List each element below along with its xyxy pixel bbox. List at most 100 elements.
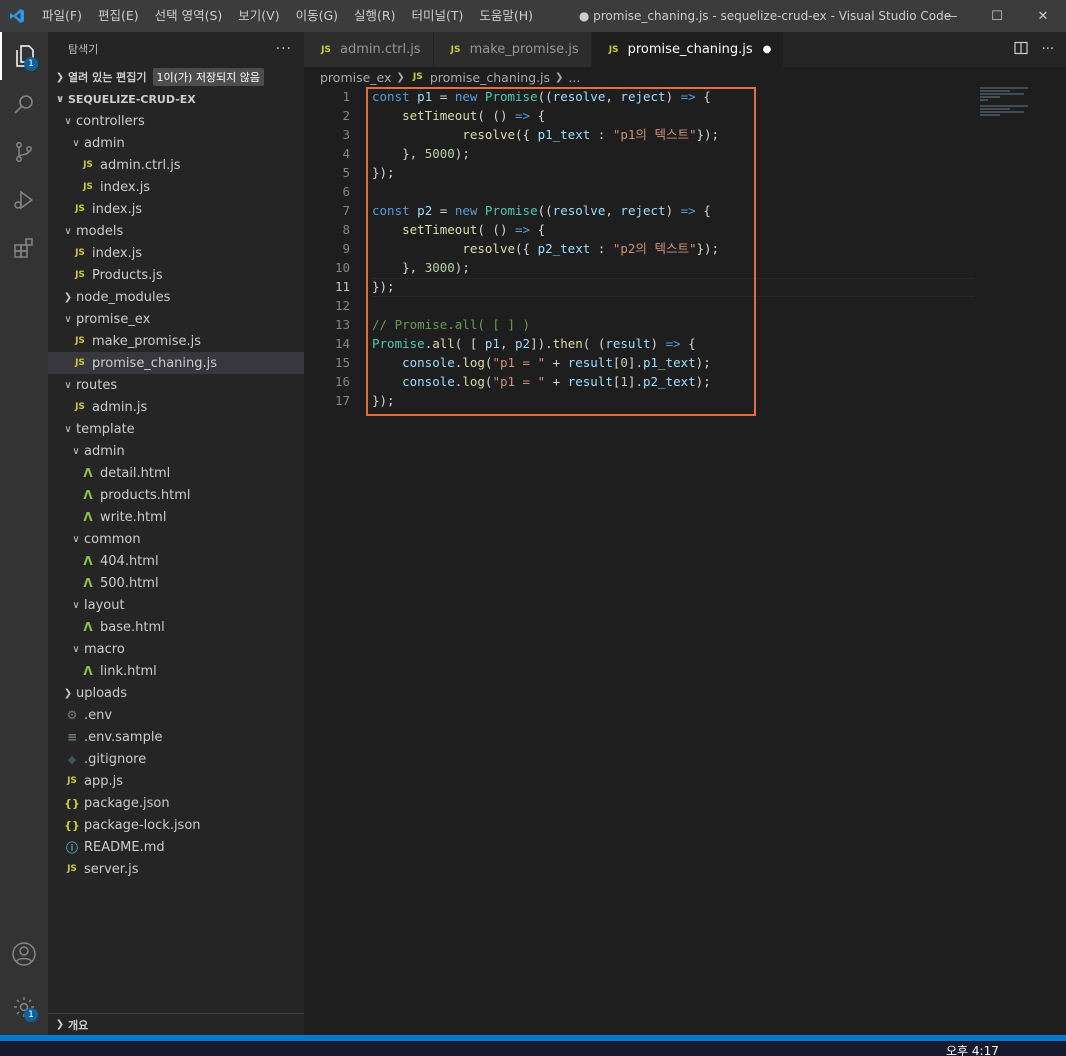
line-number: 13 [334,317,350,332]
tree-item-label: admin [84,443,125,459]
tree-file[interactable]: JS app.js [48,770,304,792]
tree-item-label: admin.ctrl.js [100,157,181,173]
extensions-icon[interactable] [0,224,48,272]
js-file-icon: JS [75,270,85,280]
js-file-icon: JS [83,182,93,192]
tree-item-label: promise_ex [76,311,151,327]
split-editor-icon[interactable] [1013,41,1028,59]
breadcrumb-folder[interactable]: promise_ex [320,70,391,85]
close-button[interactable]: ✕ [1020,0,1066,32]
more-actions-icon[interactable]: ··· [1042,42,1054,57]
menu-item[interactable]: 이동(G) [288,0,346,32]
tree-file[interactable]: JS index.js [48,242,304,264]
search-icon[interactable] [0,80,48,128]
js-file-icon: JS [83,160,93,170]
tree-folder[interactable]: ∨ common [48,528,304,550]
account-icon[interactable] [0,930,48,978]
more-actions-icon[interactable]: ··· [276,41,292,57]
tree-folder[interactable]: ∨ layout [48,594,304,616]
taskbar-clock: 오후 4:17 [946,1044,999,1056]
tree-folder[interactable]: ∨ template [48,418,304,440]
tree-file[interactable]: Λdetail.html [48,462,304,484]
unsaved-dot-icon[interactable]: ● [763,44,772,55]
chevron-down-icon: ∨ [64,423,72,435]
tree-file[interactable]: JS admin.ctrl.js [48,154,304,176]
tree-item-label: 500.html [100,575,159,591]
tree-folder[interactable]: ∨ macro [48,638,304,660]
menu-item[interactable]: 파일(F) [34,0,90,32]
tree-folder[interactable]: ∨ promise_ex [48,308,304,330]
tree-file[interactable]: JS index.js [48,198,304,220]
editor-tab[interactable]: JS promise_chaning.js ● [591,32,785,67]
run-debug-icon[interactable] [0,176,48,224]
tree-item-label: .env.sample [84,729,163,745]
outline-section[interactable]: ❯ 개요 [48,1013,304,1035]
tree-file[interactable]: Λ 500.html [48,572,304,594]
tree-item-label: admin [84,135,125,151]
tree-file[interactable]: ≡ .env.sample [48,726,304,748]
tree-item-label: products.html [100,487,191,503]
maximize-button[interactable]: ☐ [974,0,1020,32]
chevron-down-icon: ∨ [55,93,65,105]
menu-item[interactable]: 보기(V) [230,0,287,32]
annotation-highlight-box [366,87,756,416]
html-file-icon: Λ [83,488,93,502]
minimap[interactable] [980,87,1060,127]
menu-item[interactable]: 터미널(T) [404,0,472,32]
tree-file[interactable]: JS promise_chaning.js [48,352,304,374]
tree-item-label: 404.html [100,553,159,569]
editor-tab[interactable]: JS make_promise.js [433,32,592,67]
tree-file[interactable]: Λlink.html [48,660,304,682]
explorer-header: 탐색기 ··· [48,32,304,66]
tree-item-label: index.js [92,245,143,261]
tree-file[interactable]: {} package.json [48,792,304,814]
tree-folder[interactable]: ∨ admin [48,440,304,462]
breadcrumb-symbol[interactable]: ... [568,70,580,85]
explorer-icon[interactable]: 1 [0,32,48,80]
tree-file[interactable]: JS admin.js [48,396,304,418]
tree-file[interactable]: Λbase.html [48,616,304,638]
menu-item[interactable]: 실행(R) [346,0,403,32]
tree-folder[interactable]: ∨ admin [48,132,304,154]
minimize-button[interactable]: — [928,0,974,32]
chevron-right-icon: ❯ [555,71,564,83]
chevron-right-icon: ❯ [55,1019,65,1030]
menu-item[interactable]: 편집(E) [90,0,147,32]
tree-folder[interactable]: ∨ controllers [48,110,304,132]
js-file-icon: JS [321,44,331,55]
source-control-icon[interactable] [0,128,48,176]
tree-file[interactable]: Λwrite.html [48,506,304,528]
tree-file[interactable]: JS index.js [48,176,304,198]
tree-folder[interactable]: ❯ uploads [48,682,304,704]
menu-item[interactable]: 선택 영역(S) [147,0,231,32]
breadcrumb-file[interactable]: promise_chaning.js [430,70,550,85]
explorer-sidebar: 탐색기 ··· ❯ 열려 있는 편집기 1이(가) 저장되지 않음 ∨ SEQU… [48,32,304,1035]
project-section[interactable]: ∨ SEQUELIZE-CRUD-EX [48,88,304,110]
tree-file[interactable]: JS Products.js [48,264,304,286]
tree-file[interactable]: Λ 404.html [48,550,304,572]
tree-folder[interactable]: ∨ routes [48,374,304,396]
js-file-icon: JS [67,776,77,786]
tree-folder[interactable]: ❯ node_modules [48,286,304,308]
tree-file[interactable]: ◆ .gitignore [48,748,304,770]
line-number: 9 [342,241,350,256]
tree-item-label: app.js [84,773,123,789]
activity-bar: 1 1 [0,32,48,1035]
chevron-down-icon: ∨ [72,599,80,611]
editor-tab[interactable]: JS admin.ctrl.js [304,32,434,67]
menu-item[interactable]: 도움말(H) [471,0,541,32]
settings-gear-icon[interactable]: 1 [0,983,48,1031]
line-number: 16 [334,374,350,389]
code-editor[interactable]: 1 2 3 4 5 6 7 8 9 10 11 12 13 14 15 16 17 const p1 = new… [304,87,1066,1035]
window-title: ● promise_chaning.js - sequelize-crud-ex… [578,9,952,23]
tree-file[interactable]: ⓘ README.md [48,836,304,858]
html-file-icon: Λ [83,466,93,480]
tree-file[interactable]: JS make_promise.js [48,330,304,352]
tree-file[interactable]: {} package-lock.json [48,814,304,836]
open-editors-section[interactable]: ❯ 열려 있는 편집기 1이(가) 저장되지 않음 [48,66,304,88]
tree-folder[interactable]: ∨ models [48,220,304,242]
line-number: 14 [334,336,350,351]
tree-file[interactable]: ⚙ .env [48,704,304,726]
tree-file[interactable]: Λproducts.html [48,484,304,506]
tree-file[interactable]: JS server.js [48,858,304,880]
